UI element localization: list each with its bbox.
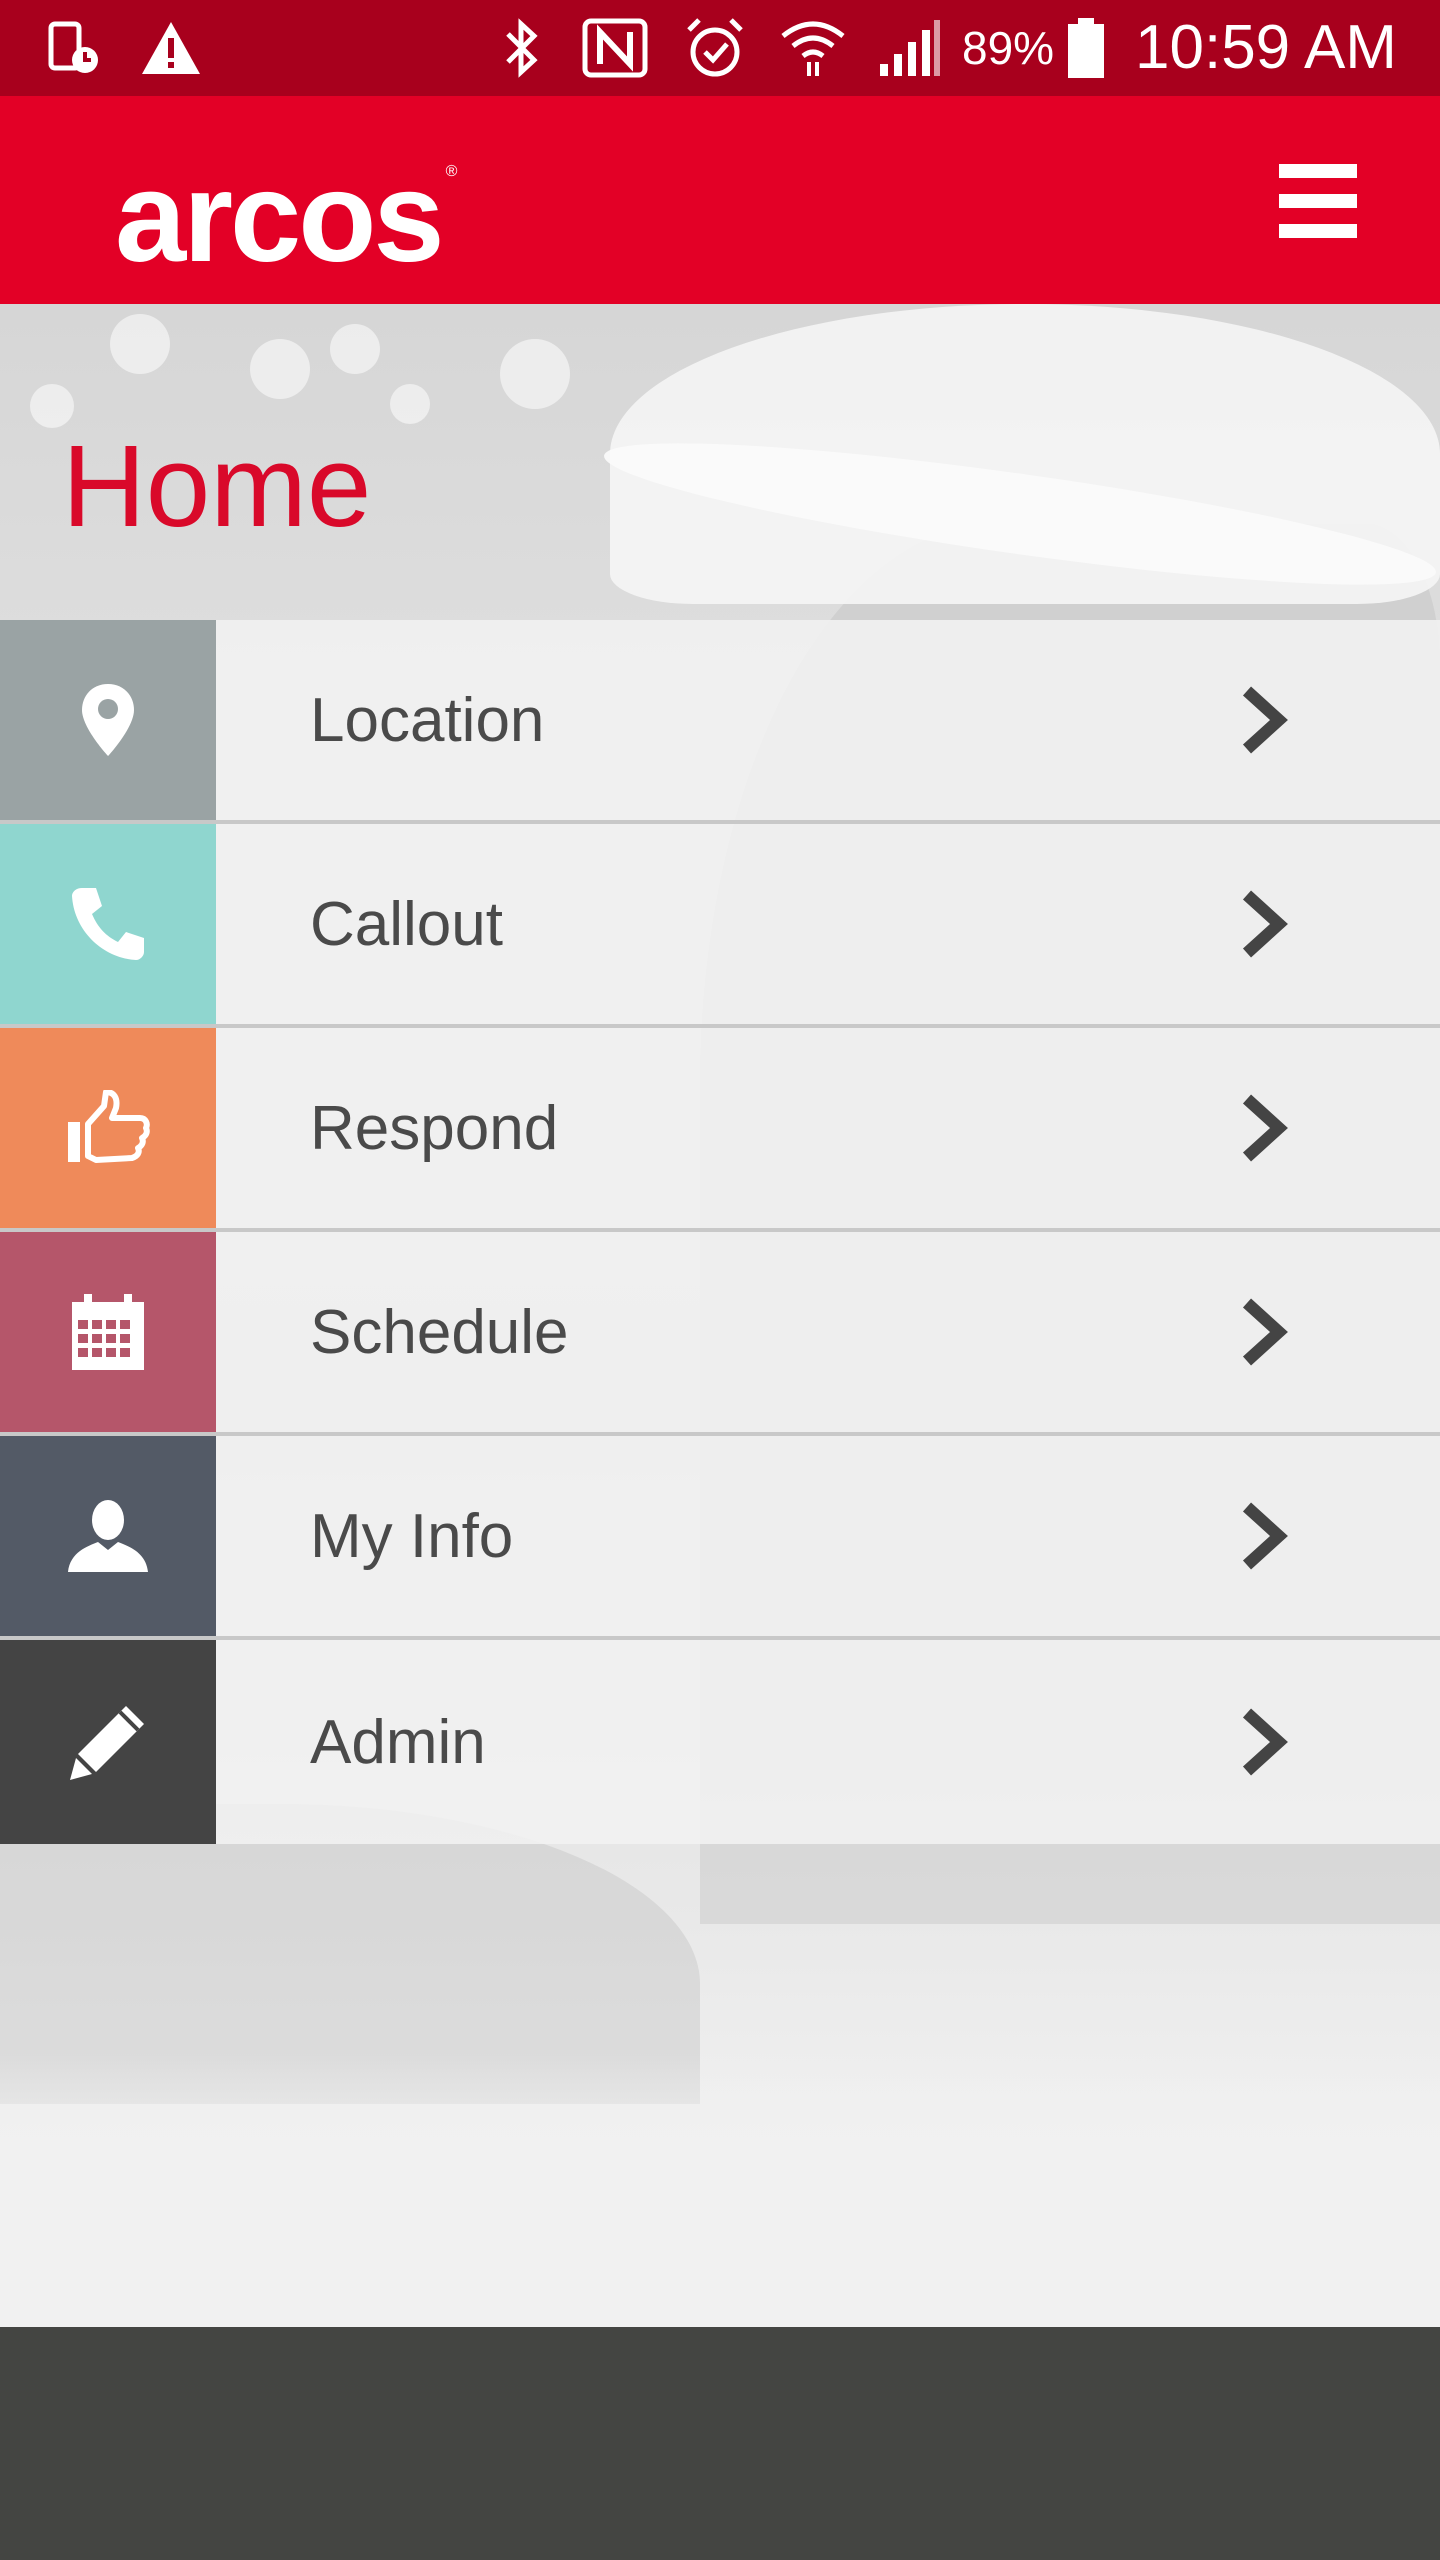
menu-item-my-info[interactable]: My Info <box>0 1436 1440 1640</box>
callout-tile <box>0 824 216 1024</box>
wifi-icon <box>778 18 848 78</box>
chevron-right-icon <box>1224 1640 1304 1844</box>
menu-item-body: Respond <box>216 1028 1440 1228</box>
menu-item-callout[interactable]: Callout <box>0 824 1440 1028</box>
nfc-icon <box>580 18 650 78</box>
menu-item-body: Schedule <box>216 1232 1440 1432</box>
signal-icon <box>874 18 944 78</box>
location-tile <box>0 620 216 820</box>
thumbs-up-icon <box>68 1090 150 1163</box>
menu-item-label: Respond <box>310 1093 559 1163</box>
chevron-right-icon <box>1224 1436 1304 1636</box>
home-menu: Location Callout Respond Schedule My Inf… <box>0 620 1440 1844</box>
device-clock-icon <box>40 18 110 78</box>
menu-item-respond[interactable]: Respond <box>0 1028 1440 1232</box>
menu-item-body: Location <box>216 620 1440 820</box>
menu-item-label: Location <box>310 685 545 755</box>
menu-item-label: Callout <box>310 889 503 959</box>
admin-tile <box>0 1640 216 1844</box>
menu-item-location[interactable]: Location <box>0 620 1440 824</box>
map-pin-icon <box>82 684 134 756</box>
menu-item-admin[interactable]: Admin <box>0 1640 1440 1844</box>
bluetooth-icon <box>492 18 552 78</box>
menu-item-body: My Info <box>216 1436 1440 1636</box>
chevron-right-icon <box>1224 824 1304 1024</box>
arcos-logo[interactable]: arcos ® <box>115 154 457 282</box>
respond-tile <box>0 1028 216 1228</box>
menu-item-label: Admin <box>310 1707 486 1777</box>
battery-icon <box>1062 18 1110 78</box>
logo-text: arcos <box>115 146 445 289</box>
warning-icon <box>136 18 206 78</box>
menu-item-schedule[interactable]: Schedule <box>0 1232 1440 1436</box>
logo-registered-mark: ® <box>445 163 458 180</box>
alarm-icon <box>680 18 750 78</box>
hamburger-line <box>1279 194 1357 208</box>
hamburger-line <box>1279 224 1357 238</box>
chevron-right-icon <box>1224 1028 1304 1228</box>
user-icon <box>68 1500 148 1572</box>
page-title: Home <box>62 421 372 551</box>
hamburger-menu-button[interactable] <box>1258 146 1378 256</box>
menu-item-body: Callout <box>216 824 1440 1024</box>
menu-item-label: Schedule <box>310 1297 569 1367</box>
battery-percent: 89% <box>962 22 1055 74</box>
footer <box>0 2327 1440 2560</box>
status-clock: 10:59 AM <box>1135 13 1397 82</box>
my-info-tile <box>0 1436 216 1636</box>
phone-icon <box>72 888 144 960</box>
menu-item-label: My Info <box>310 1501 514 1571</box>
chevron-right-icon <box>1224 620 1304 820</box>
menu-item-body: Admin <box>216 1640 1440 1844</box>
chevron-right-icon <box>1224 1232 1304 1432</box>
app-header: arcos ® <box>0 96 1440 304</box>
status-bar: 89% 10:59 AM <box>0 0 1440 96</box>
hamburger-menu-icon <box>1279 164 1357 178</box>
pencil-icon <box>70 1706 144 1780</box>
schedule-tile <box>0 1232 216 1432</box>
calendar-icon <box>72 1294 144 1370</box>
